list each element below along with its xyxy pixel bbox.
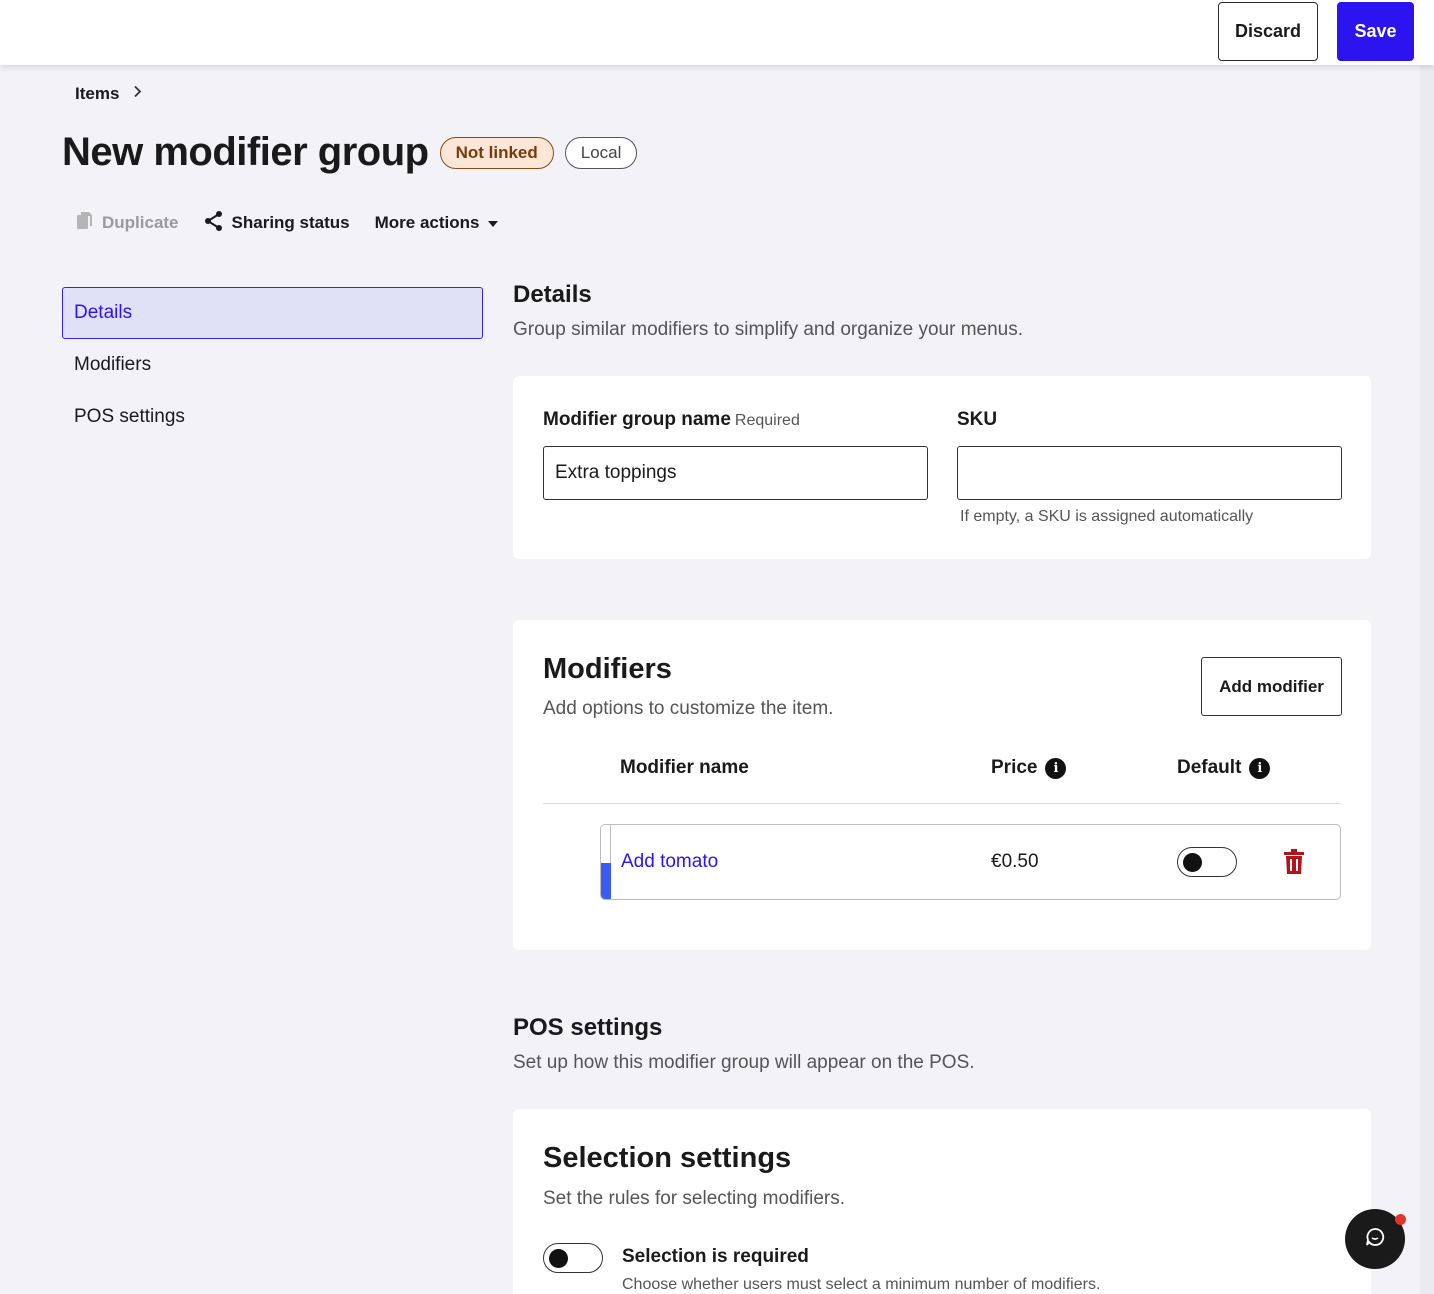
discard-button[interactable]: Discard [1218, 2, 1318, 61]
selection-required-toggle[interactable] [543, 1243, 603, 1273]
modifier-price: €0.50 [991, 851, 1039, 872]
add-modifier-button[interactable]: Add modifier [1201, 657, 1342, 716]
sharing-status-label: Sharing status [231, 213, 350, 232]
chevron-right-icon [133, 85, 142, 103]
page-title: New modifier group [62, 130, 429, 174]
selection-settings-title: Selection settings [543, 1142, 792, 1174]
selection-required-label: Selection is required [622, 1246, 809, 1267]
trash-icon[interactable] [1283, 849, 1305, 875]
selection-settings-card: Selection settings Set the rules for sel… [513, 1109, 1371, 1294]
selection-required-description: Choose whether users must select a minim… [622, 1276, 1101, 1293]
title-row: New modifier group Not linked Local [62, 130, 638, 175]
table-divider [543, 803, 1341, 804]
more-actions-label: More actions [374, 213, 480, 232]
local-badge: Local [564, 136, 638, 169]
modifiers-card: Modifiers Add options to customize the i… [513, 620, 1371, 950]
copy-icon [76, 211, 94, 236]
sku-label: SKU [957, 409, 998, 430]
more-actions-dropdown[interactable]: More actions [375, 213, 500, 233]
column-header-default: Default i [1177, 757, 1271, 779]
breadcrumb: Items [75, 83, 142, 105]
modifier-group-name-input[interactable] [543, 446, 928, 500]
details-card: Modifier group nameRequired SKU If empty… [513, 376, 1371, 559]
modifier-group-name-label: Modifier group name Required [543, 409, 800, 430]
nav-item-modifiers[interactable]: Modifiers [62, 339, 483, 391]
modifier-name-link[interactable]: Add tomato [621, 851, 718, 873]
details-title: Details [513, 281, 592, 308]
breadcrumb-items-link[interactable]: Items [75, 84, 119, 104]
pos-settings-title: POS settings [513, 1014, 663, 1041]
modifiers-title: Modifiers [543, 653, 672, 685]
pos-settings-section-header: POS settings Set up how this modifier gr… [513, 1014, 975, 1074]
sharing-status-action[interactable]: Sharing status [204, 210, 350, 237]
share-icon [204, 210, 224, 237]
drag-handle[interactable] [601, 825, 611, 899]
nav-item-pos-settings[interactable]: POS settings [62, 391, 483, 443]
chat-icon [1365, 1227, 1385, 1252]
caret-down-icon [487, 213, 499, 233]
required-indicator: Required [734, 412, 800, 429]
save-button[interactable]: Save [1337, 2, 1414, 61]
duplicate-label: Duplicate [102, 213, 179, 232]
notification-dot [1395, 1214, 1406, 1225]
duplicate-action[interactable]: Duplicate [76, 211, 179, 236]
default-toggle[interactable] [1177, 847, 1237, 877]
details-description: Group similar modifiers to simplify and … [513, 319, 1024, 340]
nav-item-details[interactable]: Details [62, 287, 483, 339]
not-linked-badge: Not linked [439, 136, 554, 169]
page-actions: Duplicate Sharing status More actions [76, 210, 524, 236]
details-section-header: Details Group similar modifiers to simpl… [513, 281, 1023, 341]
top-bar: Discard Save [0, 0, 1434, 65]
info-icon[interactable]: i [1249, 757, 1271, 779]
sku-hint: If empty, a SKU is assigned automaticall… [960, 508, 1254, 525]
section-nav: Details Modifiers POS settings [62, 287, 483, 443]
sku-input[interactable] [957, 446, 1342, 500]
info-icon[interactable]: i [1045, 757, 1067, 779]
modifiers-description: Add options to customize the item. [543, 698, 834, 719]
column-header-modifier-name: Modifier name [620, 757, 749, 778]
column-header-price: Price i [991, 757, 1067, 779]
table-row: Add tomato €0.50 [600, 824, 1341, 900]
selection-settings-description: Set the rules for selecting modifiers. [543, 1188, 846, 1209]
chat-button[interactable] [1345, 1209, 1406, 1269]
scroll-gutter [1420, 65, 1434, 1294]
pos-settings-description: Set up how this modifier group will appe… [513, 1052, 975, 1073]
